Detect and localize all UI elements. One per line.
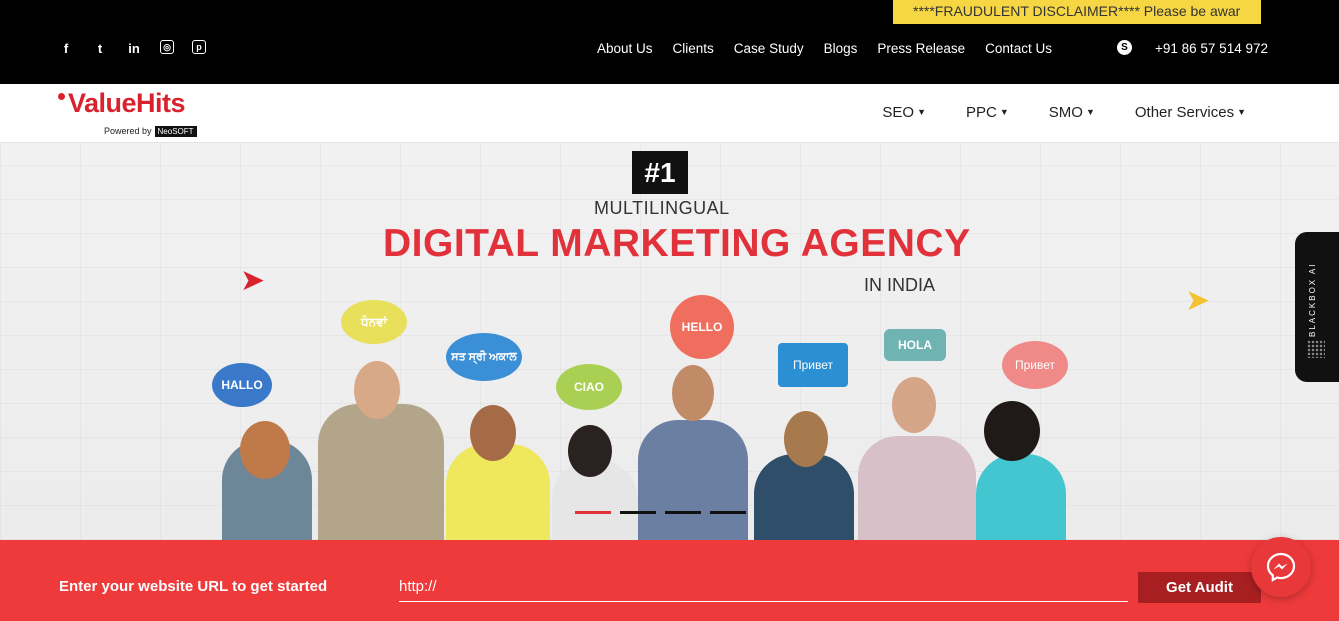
website-url-input[interactable] — [399, 572, 1128, 602]
speech-bubble: Привет — [778, 343, 848, 387]
logo-brand: NeoSOFT — [154, 126, 197, 137]
carousel-indicators — [575, 511, 746, 514]
person-head — [892, 377, 936, 433]
person-head — [354, 361, 400, 419]
skype-icon[interactable]: S — [1117, 40, 1132, 55]
speech-bubble: ਧੰਨਵਾਂ — [341, 300, 407, 344]
menu-seo[interactable]: SEO ▼ — [882, 104, 926, 121]
facebook-icon[interactable]: f — [58, 40, 74, 56]
pinterest-icon[interactable]: p — [192, 40, 206, 54]
messenger-icon — [1266, 552, 1296, 582]
hero-headline: DIGITAL MARKETING AGENCY — [383, 222, 971, 265]
menu-other-services-label: Other Services — [1134, 104, 1235, 121]
instagram-icon[interactable]: ◎ — [160, 40, 174, 54]
person-illustration — [976, 454, 1066, 540]
chevron-down-icon: ▼ — [999, 107, 1009, 117]
main-nav: SEO ▼ PPC ▼ SMO ▼ Other Services ▼ — [882, 104, 1246, 121]
speech-bubble: HOLA — [884, 329, 946, 361]
logo-powered-label: Powered by — [104, 126, 152, 136]
get-audit-button[interactable]: Get Audit — [1138, 572, 1261, 603]
person-illustration — [858, 436, 976, 540]
twitter-icon[interactable]: t — [92, 40, 108, 56]
carousel-dot[interactable] — [710, 511, 746, 514]
hero-subtitle-top: MULTILINGUAL — [594, 198, 730, 218]
carousel-dot[interactable] — [575, 511, 611, 514]
menu-other-services[interactable]: Other Services ▼ — [1135, 104, 1246, 121]
person-head — [240, 421, 290, 479]
messenger-chat-button[interactable] — [1251, 537, 1311, 597]
hero-banner: #1 MULTILINGUAL DIGITAL MARKETING AGENCY… — [0, 143, 1339, 540]
hero-subtitle-bottom: IN INDIA — [864, 275, 936, 295]
menu-smo-label: SMO — [1048, 104, 1083, 121]
paper-plane-icon: ➤ — [240, 264, 266, 297]
cta-label: Enter your website URL to get started — [59, 578, 328, 595]
logo[interactable]: ValueHits Powered by NeoSOFT — [58, 88, 218, 140]
carousel-dot[interactable] — [620, 511, 656, 514]
logo-text: ValueHits — [68, 88, 186, 118]
main-header: ValueHits Powered by NeoSOFT SEO ▼ PPC ▼ SM… — [0, 84, 1339, 143]
person-illustration — [638, 420, 748, 540]
rank-badge: #1 — [632, 151, 688, 194]
carousel-dot[interactable] — [665, 511, 701, 514]
menu-smo[interactable]: SMO ▼ — [1049, 104, 1095, 121]
paper-plane-icon: ➤ — [1185, 284, 1211, 317]
blackbox-ai-tab[interactable]: BLACKBOX AI — [1295, 232, 1339, 382]
person-illustration — [318, 404, 444, 540]
phone-number[interactable]: +91 86 57 514 972 — [1155, 41, 1268, 56]
speech-bubble: Привет — [1002, 341, 1068, 389]
nav-blogs[interactable]: Blogs — [824, 41, 858, 56]
person-head — [784, 411, 828, 467]
disclaimer-ticker[interactable]: ****FRAUDULENT DISCLAIMER**** Please be … — [893, 0, 1261, 24]
chevron-down-icon: ▼ — [1237, 107, 1246, 117]
chevron-down-icon: ▼ — [917, 107, 927, 117]
social-links: f t in ◎ p — [58, 40, 206, 56]
person-head — [984, 401, 1040, 461]
speech-bubble: HELLO — [670, 295, 734, 359]
menu-ppc-label: PPC — [966, 104, 997, 121]
person-head — [470, 405, 516, 461]
logo-dot-icon — [58, 93, 65, 100]
nav-case-study[interactable]: Case Study — [734, 41, 804, 56]
top-nav: About Us Clients Case Study Blogs Press … — [597, 41, 1052, 56]
nav-contact-us[interactable]: Contact Us — [985, 41, 1052, 56]
linkedin-icon[interactable]: in — [126, 40, 142, 56]
top-bar: ****FRAUDULENT DISCLAIMER**** Please be … — [0, 0, 1339, 84]
menu-ppc[interactable]: PPC ▼ — [966, 104, 1009, 121]
audit-cta-bar: Enter your website URL to get started Ge… — [0, 540, 1339, 621]
speech-bubble: ਸਤ ਸ੍ਰੀ ਅਕਾਲ — [446, 333, 522, 381]
chevron-down-icon: ▼ — [1085, 107, 1095, 117]
logo-powered-by: Powered by NeoSOFT — [104, 126, 197, 137]
nav-about-us[interactable]: About Us — [597, 41, 653, 56]
nav-clients[interactable]: Clients — [673, 41, 714, 56]
speech-bubble: HALLO — [212, 363, 272, 407]
menu-seo-label: SEO — [882, 104, 915, 121]
dots-grid-icon — [1307, 340, 1325, 358]
speech-bubble: CIAO — [556, 364, 622, 410]
person-head — [568, 425, 612, 477]
blackbox-ai-label: BLACKBOX AI — [1308, 262, 1317, 337]
person-head — [672, 365, 714, 421]
nav-press-release[interactable]: Press Release — [877, 41, 965, 56]
